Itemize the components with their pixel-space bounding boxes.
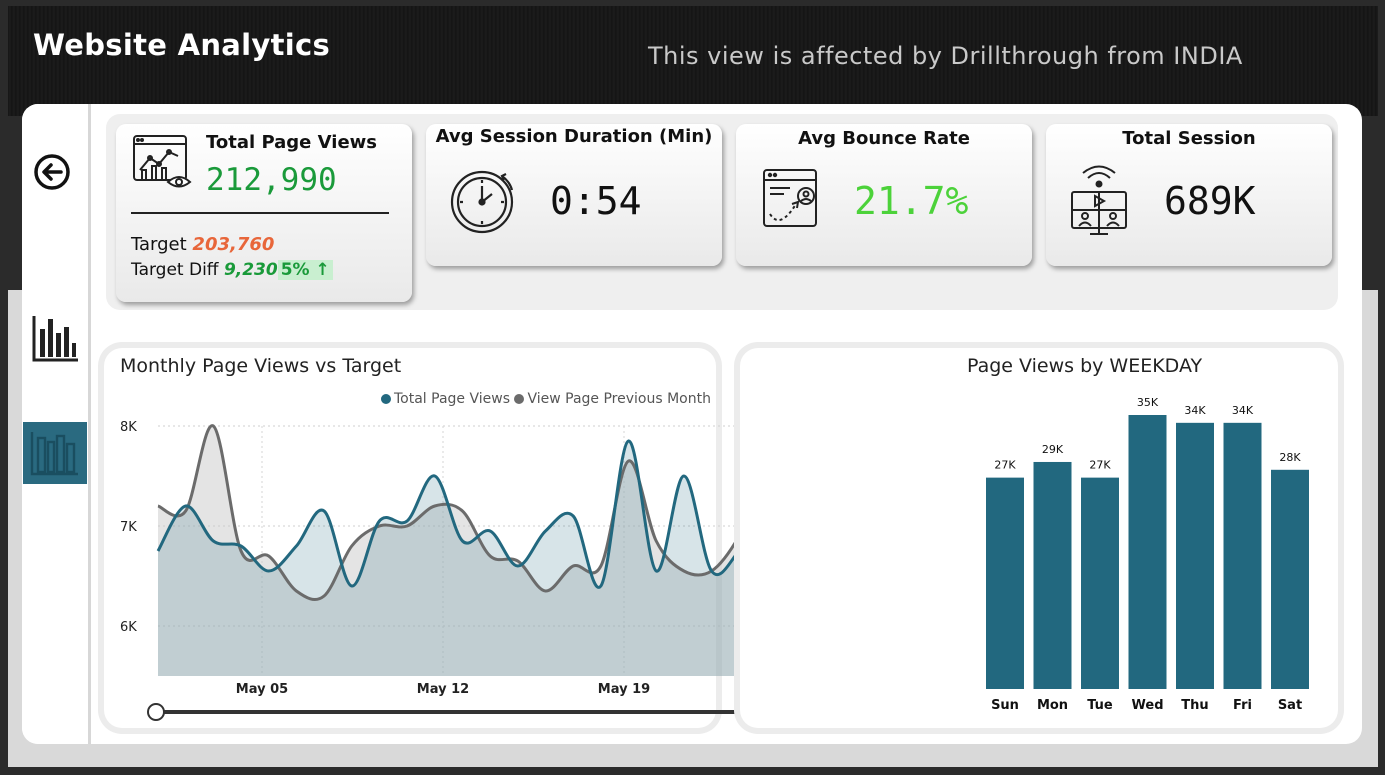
target-diff-pct: 5% — [280, 260, 310, 280]
bar-category-label: Wed — [1132, 698, 1164, 713]
x-tick-label: May 19 — [598, 682, 650, 697]
drillthrough-message: This view is affected by Drillthrough fr… — [648, 42, 1243, 70]
kpi-card-total-session: Total Session 689K — [1046, 124, 1332, 266]
y-tick-label: 8K — [120, 420, 137, 435]
nav-overview-button[interactable] — [30, 312, 80, 364]
bar-value-label: 27K — [994, 459, 1016, 472]
legend-dot-icon — [381, 394, 391, 404]
legend-item-total-page-views[interactable]: Total Page Views — [381, 391, 510, 407]
weekday-bar[interactable] — [1128, 415, 1167, 689]
kpi-title-bounce-rate: Avg Bounce Rate — [798, 128, 970, 149]
weekday-bar[interactable] — [1271, 469, 1309, 689]
monthly-chart-legend: Total Page Views View Page Previous Mont… — [381, 391, 711, 407]
bar-category-label: Sat — [1278, 698, 1302, 713]
arrow-up-icon: ↑ — [315, 260, 330, 280]
bar-chart-icon — [32, 316, 78, 362]
bar-value-label: 34K — [1232, 404, 1254, 417]
page-title: Website Analytics — [33, 28, 331, 62]
weekday-bar[interactable] — [986, 477, 1024, 689]
browser-bounce-icon — [763, 169, 817, 227]
analytics-eye-icon — [133, 135, 192, 188]
bar-value-label: 28K — [1279, 451, 1301, 464]
kpi-card-session-duration: Avg Session Duration (Min) 0:54 — [426, 124, 722, 266]
kpi-value-session-duration: 0:54 — [550, 179, 642, 223]
back-icon — [34, 154, 70, 190]
legend-item-previous-month[interactable]: View Page Previous Month — [514, 391, 711, 407]
stopwatch-icon — [450, 170, 514, 234]
target-diff-value: 9,230 — [223, 260, 278, 280]
x-tick-label: May 12 — [417, 682, 469, 697]
weekday-bar-chart[interactable]: 27K Sun 29K Mon 27K Tue 35K Wed 34K Thu 34K Fri 28K S… — [970, 385, 1320, 720]
bar-category-label: Mon — [1037, 698, 1068, 713]
kpi-title-page-views: Total Page Views — [206, 132, 377, 153]
bar-value-label: 27K — [1089, 459, 1111, 472]
kpi-value-bounce-rate: 21.7% — [854, 179, 969, 223]
kpi-value-total-session: 689K — [1164, 179, 1256, 223]
bar-category-label: Sun — [991, 698, 1019, 713]
kpi-divider — [131, 212, 389, 214]
kpi-title-session-duration: Avg Session Duration (Min) — [435, 126, 713, 147]
bar-value-label: 34K — [1184, 404, 1206, 417]
target-value: 203,760 — [192, 234, 275, 255]
bar-value-label: 35K — [1137, 396, 1159, 409]
back-button[interactable] — [30, 150, 74, 194]
bar-category-label: Fri — [1233, 698, 1252, 713]
weekday-bar[interactable] — [1081, 477, 1119, 689]
weekday-bar[interactable] — [1033, 461, 1072, 689]
bar-category-label: Thu — [1181, 698, 1208, 713]
legend-dot-icon — [514, 394, 525, 404]
bar-value-label: 29K — [1042, 443, 1064, 456]
target-diff-row: Target Diff 9,230 5% ↑ — [131, 260, 333, 280]
bar-category-label: Tue — [1087, 698, 1113, 713]
monthly-chart-title: Monthly Page Views vs Target — [120, 355, 402, 377]
legend-label: Total Page Views — [394, 391, 511, 407]
kpi-title-total-session: Total Session — [1122, 128, 1256, 149]
target-diff-label: Target Diff — [131, 260, 219, 280]
y-tick-label: 6K — [120, 620, 137, 635]
target-label: Target — [131, 234, 187, 255]
target-row: Target 203,760 — [131, 234, 274, 255]
weekday-bar[interactable] — [1176, 422, 1214, 689]
books-icon — [30, 432, 78, 476]
kpi-card-page-views: Total Page Views 212,990 Target 203,760 … — [116, 124, 412, 302]
nav-analytics-button[interactable] — [23, 422, 87, 484]
y-tick-label: 7K — [120, 520, 137, 535]
x-tick-label: May 05 — [236, 682, 288, 697]
weekday-chart-title: Page Views by WEEKDAY — [967, 355, 1203, 377]
kpi-card-bounce-rate: Avg Bounce Rate 21.7% — [736, 124, 1032, 266]
broadcast-users-icon — [1071, 165, 1127, 235]
kpi-value-page-views: 212,990 — [206, 162, 337, 198]
range-slider-start-handle[interactable] — [147, 703, 165, 721]
legend-label: View Page Previous Month — [527, 391, 711, 407]
weekday-bar[interactable] — [1223, 422, 1262, 689]
target-diff-badge: 5% ↑ — [277, 260, 333, 280]
